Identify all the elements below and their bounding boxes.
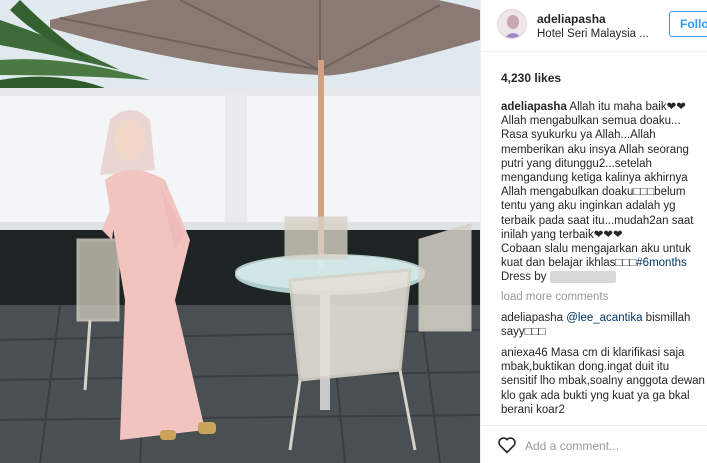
caption-line: inilah yang terbaik❤❤❤ <box>501 228 623 241</box>
caption-line: Cobaan slalu mengajarkan aku untuk <box>501 243 691 256</box>
caption-line: memberikan aku insya Allah seorang <box>501 143 689 156</box>
comment-item: aniexa46 Masa cm di klarifikasi saja mba… <box>501 346 706 417</box>
comment-line: mbak,buktikan dong.ingat duit itu <box>501 361 670 374</box>
heart-icon[interactable] <box>497 436 517 454</box>
comment-username[interactable]: aniexa46 <box>501 347 548 359</box>
comment-line: klo gak ada bukti yng kuat ya ga bkal <box>501 389 690 402</box>
caption: adeliapasha Allah itu maha baik❤❤ Allah … <box>501 100 706 285</box>
post-header: adeliapasha Hotel Seri Malaysia ... Foll… <box>481 0 707 52</box>
caption-line: Rasa syukurku ya Allah...Allah <box>501 129 656 142</box>
caption-line: adeliapasha Allah itu maha baik❤❤ <box>501 100 706 114</box>
comment-text: bismillah <box>642 312 691 324</box>
likes-count[interactable]: 4,230 likes <box>501 71 561 85</box>
comment-line: aniexa46 Masa cm di klarifikasi saja <box>501 346 706 360</box>
photo-scene <box>0 0 480 463</box>
caption-line: terbaik pada saat itu...mudah2an saat <box>501 214 694 227</box>
caption-text: Allah itu maha baik❤❤ <box>569 101 686 113</box>
caption-text: kuat dan belajar ikhlas□□□ <box>501 257 637 270</box>
comment-username[interactable]: adeliapasha <box>501 312 563 324</box>
comment-line: sayy□□□ <box>501 326 546 339</box>
caption-line: tentu yang aku inginkan adalah yg <box>501 200 676 213</box>
caption-line: Allah mengabulkan doaku□□□belum <box>501 186 686 199</box>
add-comment-input[interactable]: Add a comment... <box>525 439 619 453</box>
caption-line: Allah mengabulkan semua doaku... <box>501 115 681 128</box>
comment-line: berani koar2 <box>501 403 565 416</box>
caption-line: kuat dan belajar ikhlas□□□#6months <box>501 256 706 270</box>
caption-line: mengandung ketiga kalinya akhirnya <box>501 172 688 185</box>
comment-line: sensitif lho mbak,soalny anggota dewan <box>501 375 705 388</box>
load-more-comments[interactable]: load more comments <box>501 291 608 303</box>
caption-line: putri yang ditunggu2...setelah <box>501 157 652 170</box>
dress-label: Dress by <box>501 271 547 284</box>
user-avatar[interactable] <box>497 9 527 39</box>
avatar-image <box>498 10 526 38</box>
caption-username[interactable]: adeliapasha <box>501 101 567 113</box>
comment-line: adeliapasha @lee_acantika bismillah <box>501 311 706 325</box>
caption-line: Dress by <box>501 270 706 284</box>
post-side-panel: adeliapasha Hotel Seri Malaysia ... Foll… <box>480 0 707 463</box>
comment-item: adeliapasha @lee_acantika bismillah sayy… <box>501 311 706 339</box>
post-photo[interactable] <box>0 0 480 463</box>
mention-link[interactable]: @lee_acantika <box>566 312 642 324</box>
hashtag-link[interactable]: #6months <box>636 257 687 269</box>
post-username[interactable]: adeliapasha <box>537 12 606 26</box>
follow-button[interactable]: Follo <box>669 11 707 37</box>
post-location[interactable]: Hotel Seri Malaysia ... <box>537 28 649 40</box>
comment-text: Masa cm di klarifikasi saja <box>550 347 685 359</box>
comment-bar: Add a comment... <box>481 425 707 463</box>
blurred-tag <box>550 271 617 284</box>
